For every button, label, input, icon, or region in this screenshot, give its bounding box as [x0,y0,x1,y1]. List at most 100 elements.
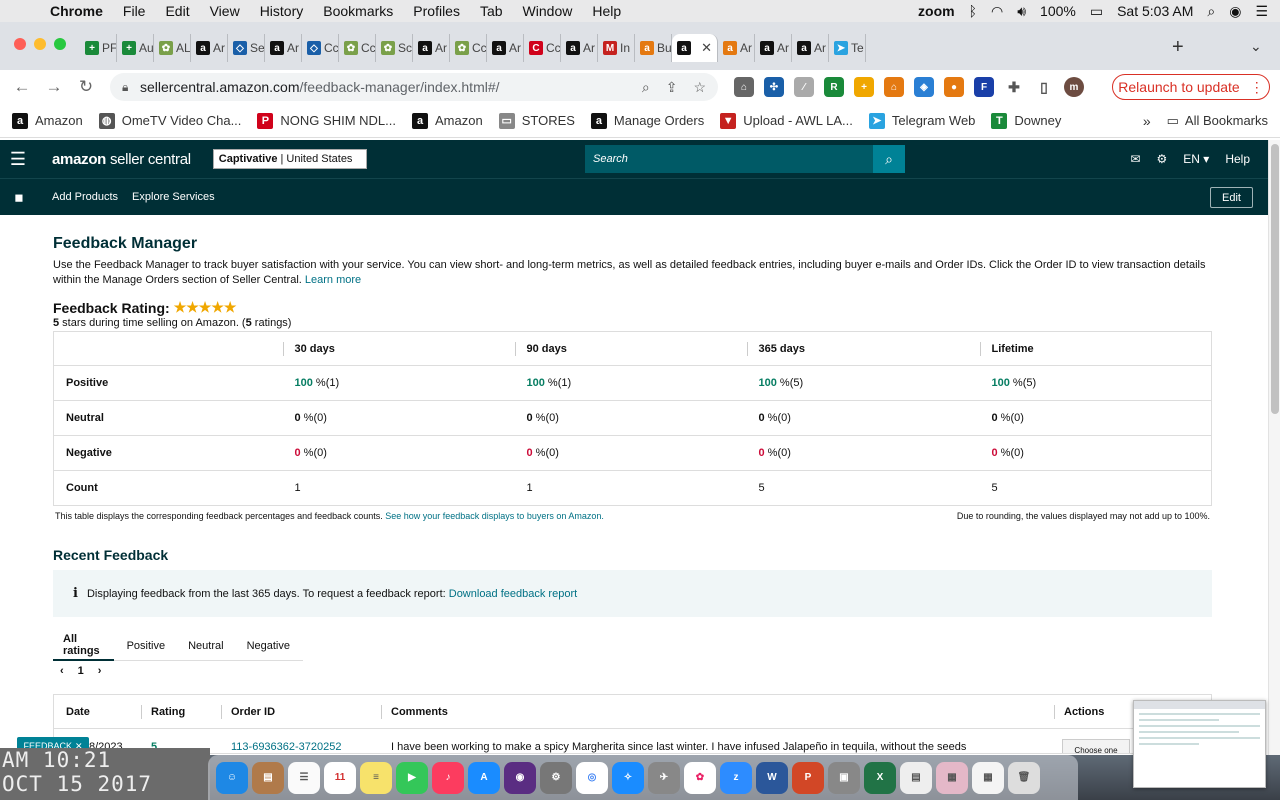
zoom-window-button[interactable] [54,38,66,50]
browser-tab[interactable]: ◇ Se [228,34,265,62]
zoom-app-icon[interactable]: z [720,761,752,794]
forward-button[interactable]: → [38,77,70,97]
photos-icon[interactable]: ✿ [684,761,716,794]
profile-avatar[interactable]: m [1064,77,1084,97]
choose-action-select[interactable]: Choose one [1062,739,1130,753]
browser-tab[interactable]: ✿ Cc [339,34,376,62]
browser-tab[interactable]: ✿ Sc [376,34,413,62]
minimize-window-button[interactable] [34,38,46,50]
browser-tab[interactable]: a Ar [413,34,450,62]
notes-icon[interactable]: ≡ [360,761,392,794]
bookmark-item[interactable]: T Downey [991,112,1061,129]
extension-plus-icon[interactable]: + [854,77,874,97]
safari-icon[interactable]: ✧ [612,761,644,794]
add-products-link[interactable]: Add Products [52,191,118,203]
lock-icon[interactable]: 🔒︎ [122,80,140,95]
zoom-lens-icon[interactable]: ⌕ [642,79,650,96]
browser-tab[interactable]: a Ar [265,34,302,62]
extension-off-icon[interactable]: ⌂ [734,77,754,97]
language-selector[interactable]: EN ▾ [1183,152,1209,166]
new-tab-button[interactable]: + [1172,36,1184,59]
more-bookmarks-icon[interactable]: » [1143,113,1151,129]
extension-rs-icon[interactable]: R [824,77,844,97]
scrollbar-thumb[interactable] [1271,144,1279,414]
screenshot-thumbnail[interactable] [1133,700,1266,788]
bookmark-item[interactable]: a Amazon [412,112,483,129]
browser-tab[interactable]: a Ar [792,34,829,62]
browser-tab[interactable]: a Bu [635,34,672,62]
bookmark-item[interactable]: P NONG SHIM NDL... [257,112,396,129]
contacts-icon[interactable]: ▤ [252,761,284,794]
row-order-id-link[interactable]: 113-6936362-3720252 [231,741,342,753]
extension-target-icon[interactable]: ✣ [764,77,784,97]
calendar-icon[interactable]: 11 [324,761,356,794]
zoom-status[interactable]: zoom [918,3,955,19]
side-panel-icon[interactable]: ▯ [1034,77,1054,97]
system-preferences-icon[interactable]: ⚙ [540,761,572,794]
volume-icon[interactable]: 🔊︎ [1017,3,1026,20]
prev-page-icon[interactable]: ‹ [60,665,64,677]
next-page-icon[interactable]: › [98,665,102,677]
preview-icon[interactable]: ▣ [828,761,860,794]
powerpoint-icon[interactable]: P [792,761,824,794]
facetime-icon[interactable]: ▶ [396,761,428,794]
browser-tab[interactable]: M In [598,34,635,62]
search-button[interactable]: ⌕ [873,145,905,173]
browser-tab[interactable]: a Ar [755,34,792,62]
edit-button[interactable]: Edit [1210,187,1253,208]
menu-bookmarks[interactable]: Bookmarks [313,3,403,19]
extension-off2-icon[interactable]: ⌂ [884,77,904,97]
browser-tab[interactable]: a Ar [718,34,755,62]
browser-tab[interactable]: ◇ Cc [302,34,339,62]
address-bar[interactable]: 🔒︎ sellercentral.amazon.com/feedback-man… [110,73,718,101]
menu-app-name[interactable]: Chrome [40,3,113,19]
finder-icon[interactable]: ☺ [216,761,248,794]
tab-all-ratings[interactable]: All ratings [53,631,114,661]
browser-tab[interactable]: ✿ Cc [450,34,487,62]
gear-icon[interactable]: ⚙ [1157,152,1168,166]
share-icon[interactable]: ⇪ [666,79,678,96]
word-icon[interactable]: W [756,761,788,794]
buyer-display-link[interactable]: See how your feedback displays to buyers… [385,511,604,521]
reminders-icon[interactable]: ☰ [288,761,320,794]
account-switcher[interactable]: Captivative | United States [212,149,367,169]
browser-tab[interactable]: ➤ Te [829,34,866,62]
close-window-button[interactable] [14,38,26,50]
menu-help[interactable]: Help [582,3,631,19]
menu-window[interactable]: Window [513,3,583,19]
bookmark-item[interactable]: ▼ Upload - AWL LA... [720,112,853,129]
app-store-icon[interactable]: A [468,761,500,794]
image-file-icon[interactable]: ▦ [936,761,968,794]
back-button[interactable]: ← [6,77,38,97]
bluetooth-icon[interactable]: ᛒ [969,3,977,19]
launchpad-icon[interactable]: ✈ [648,761,680,794]
siri-dock-icon[interactable]: ◉ [504,761,536,794]
music-icon[interactable]: ♪ [432,761,464,794]
browser-tab[interactable]: a Ar [191,34,228,62]
extensions-puzzle-icon[interactable]: ✚ [1004,77,1024,97]
browser-tab[interactable]: a Ar [561,34,598,62]
all-bookmarks-button[interactable]: ▭ All Bookmarks [1167,113,1268,129]
seller-central-logo[interactable]: amazon seller central [52,151,191,168]
download-report-link[interactable]: Download feedback report [449,588,577,600]
extension-slash-icon[interactable]: ⁄ [794,77,814,97]
hamburger-menu-icon[interactable]: ☰ [0,149,36,170]
spreadsheet-file-icon[interactable]: ▦ [972,761,1004,794]
mail-icon[interactable]: ✉ [1130,152,1140,166]
bookmark-item[interactable]: a Manage Orders [590,112,704,129]
menu-view[interactable]: View [200,3,250,19]
bookmark-flag-icon[interactable]: ◼ [0,191,38,204]
menu-edit[interactable]: Edit [155,3,199,19]
menu-clock[interactable]: Sat 5:03 AM [1117,3,1193,19]
extension-puzzle2-icon[interactable]: ◈ [914,77,934,97]
chrome-icon[interactable]: ◎ [576,761,608,794]
menu-tab[interactable]: Tab [470,3,513,19]
bookmark-item[interactable]: ◍ OmeTV Video Cha... [98,112,241,129]
bookmark-item[interactable]: a Amazon [12,112,83,129]
help-link[interactable]: Help [1225,152,1250,166]
extension-circle-icon[interactable]: ● [944,77,964,97]
browser-tab[interactable]: + PF [80,34,117,62]
bookmark-item[interactable]: ▭ STORES [498,112,575,129]
trash-icon[interactable]: 🗑︎ [1008,761,1040,794]
extension-f-icon[interactable]: F [974,77,994,97]
